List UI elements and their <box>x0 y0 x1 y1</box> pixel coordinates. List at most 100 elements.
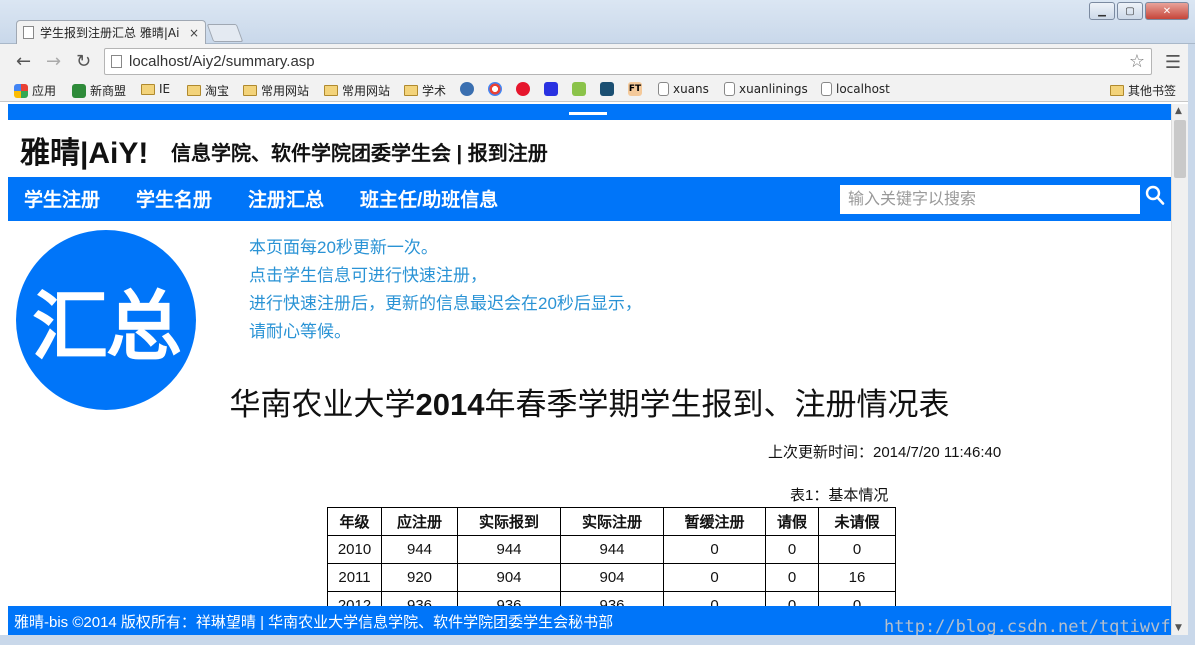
nav-teacher-info[interactable]: 班主任/助班信息 <box>360 185 498 212</box>
last-updated-time: 上次更新时间：2014/7/20 11:46:40 <box>768 444 1002 461</box>
column-header: 实际注册 <box>560 507 664 536</box>
bookmark-icon-2[interactable] <box>488 82 502 96</box>
back-icon[interactable]: ← <box>16 51 31 72</box>
bookmark-xinshangmeng[interactable]: 新商盟 <box>72 82 126 99</box>
window-controls: ▁ ▢ ✕ <box>1089 2 1189 20</box>
bookmark-localhost[interactable]: localhost <box>821 82 890 96</box>
main-nav: 学生注册 学生名册 注册汇总 班主任/助班信息 <box>8 177 1171 221</box>
bookmark-label: IE <box>159 82 171 96</box>
bookmark-icon-6[interactable] <box>600 82 614 96</box>
bookmark-label: 常用网站 <box>261 84 310 98</box>
page-icon <box>658 82 669 96</box>
title-year: 2014 <box>415 387 485 422</box>
table-cell: 16 <box>818 563 896 592</box>
bookmark-folder-common-2[interactable]: 常用网站 <box>324 82 390 99</box>
bookmark-label: 常用网站 <box>342 84 391 98</box>
bookmark-icon-5[interactable] <box>572 82 586 96</box>
bookmark-xuans[interactable]: xuans <box>658 82 709 96</box>
xinshangmeng-icon <box>72 83 86 98</box>
column-header: 请假 <box>765 507 819 536</box>
tab-close-icon[interactable]: × <box>189 26 199 40</box>
title-suffix: 年春季学期学生报到、注册情况表 <box>484 387 950 422</box>
search-input[interactable] <box>840 185 1140 214</box>
bookmark-folder-ie[interactable]: IE <box>141 82 170 96</box>
page-icon <box>724 82 735 96</box>
menu-icon[interactable]: ☰ <box>1165 52 1181 73</box>
page-title: 华南农业大学2014年春季学期学生报到、注册情况表 <box>8 379 1171 424</box>
table-cell: 904 <box>457 563 561 592</box>
table-cell: 0 <box>663 563 766 592</box>
bookmark-icon-ft[interactable]: FT <box>628 82 642 96</box>
bookmark-label: 学术 <box>422 84 447 98</box>
column-header: 年级 <box>327 507 382 536</box>
table-cell: 0 <box>765 535 819 564</box>
watermark: http://blog.csdn.net/tqtiwvfc <box>884 617 1171 635</box>
folder-icon <box>324 85 338 96</box>
bookmark-icon-3[interactable] <box>516 82 530 96</box>
table-caption: 表1：基本情况 <box>790 487 889 504</box>
reload-icon[interactable]: ↻ <box>76 51 91 72</box>
bookmark-icon-1[interactable] <box>460 82 474 96</box>
table-cell: 2011 <box>327 563 382 592</box>
bookmark-folder-academic[interactable]: 学术 <box>404 82 446 99</box>
page-scrollbar[interactable]: ▲ ▼ <box>1171 104 1188 635</box>
summary-table: 年级 应注册 实际报到 实际注册 暂缓注册 请假 未请假 2010 944 94… <box>327 507 896 620</box>
bookmark-label: 其他书签 <box>1128 84 1177 98</box>
bookmark-label: xuanlinings <box>739 82 808 96</box>
browser-logo-icon <box>488 82 502 96</box>
notice-line: 请耐心等候。 <box>249 322 351 341</box>
window-border <box>1188 44 1195 645</box>
table-cell: 944 <box>381 535 458 564</box>
minimize-button[interactable]: ▁ <box>1089 2 1115 20</box>
page-icon <box>23 26 34 39</box>
folder-icon <box>141 83 155 95</box>
scroll-down-icon[interactable]: ▼ <box>1175 623 1182 633</box>
nav-register-summary[interactable]: 注册汇总 <box>248 185 324 212</box>
bookmark-icon-4[interactable] <box>544 82 558 96</box>
folder-icon <box>187 85 201 96</box>
table-cell: 904 <box>560 563 664 592</box>
maximize-button[interactable]: ▢ <box>1117 2 1143 20</box>
nav-student-register[interactable]: 学生注册 <box>24 185 100 212</box>
bookmark-xuanlinings[interactable]: xuanlinings <box>724 82 808 96</box>
bookmark-label: 新商盟 <box>90 84 127 98</box>
table-cell: 944 <box>457 535 561 564</box>
column-header: 未请假 <box>818 507 896 536</box>
table-cell: 0 <box>765 563 819 592</box>
site-brand[interactable]: 雅晴|AiY! <box>20 128 148 172</box>
title-prefix: 华南农业大学 <box>229 387 416 422</box>
new-tab-button[interactable] <box>206 24 244 42</box>
site-subtitle: 信息学院、软件学院团委学生会 | 报到注册 <box>171 143 548 165</box>
folder-icon <box>1110 85 1124 96</box>
browser-tab[interactable]: 学生报到注册汇总 雅晴|Ai × <box>16 20 206 44</box>
bookmark-label: 淘宝 <box>205 84 230 98</box>
bookmark-label: localhost <box>836 82 890 96</box>
table-cell: 920 <box>381 563 458 592</box>
url-text: localhost/Aiy2/summary.asp <box>129 53 315 70</box>
notice-line: 点击学生信息可进行快速注册， <box>249 266 487 285</box>
table-header-row: 年级 应注册 实际报到 实际注册 暂缓注册 请假 未请假 <box>327 507 896 536</box>
bookmark-other[interactable]: 其他书签 <box>1110 82 1176 99</box>
scroll-up-icon[interactable]: ▲ <box>1175 106 1182 116</box>
bookmark-folder-taobao[interactable]: 淘宝 <box>187 82 229 99</box>
bookmarks-bar: 应用 新商盟 IE 淘宝 常用网站 常用网站 学术 FT xuans xuanl… <box>0 78 1195 102</box>
bookmark-label: xuans <box>673 82 709 96</box>
bookmark-apps[interactable]: 应用 <box>14 82 56 99</box>
window-border <box>0 635 1195 645</box>
folder-icon <box>404 85 418 96</box>
bookmark-star-icon[interactable]: ☆ <box>1129 51 1145 72</box>
window-titlebar: 学生报到注册汇总 雅晴|Ai × ▁ ▢ ✕ <box>0 0 1195 44</box>
apps-grid-icon <box>14 83 28 98</box>
bookmark-folder-common-1[interactable]: 常用网站 <box>243 82 309 99</box>
search-icon[interactable] <box>1145 185 1165 207</box>
scrollbar-thumb[interactable] <box>1174 120 1186 178</box>
ft-icon: FT <box>628 82 642 96</box>
top-strip <box>8 104 1171 120</box>
column-header: 实际报到 <box>457 507 561 536</box>
forward-icon[interactable]: → <box>46 51 61 72</box>
address-bar[interactable]: localhost/Aiy2/summary.asp ☆ <box>104 48 1152 75</box>
tab-title: 学生报到注册汇总 雅晴|Ai <box>40 26 180 40</box>
close-window-button[interactable]: ✕ <box>1145 2 1189 20</box>
table-row: 2010 944 944 944 0 0 0 <box>327 535 896 564</box>
nav-student-roster[interactable]: 学生名册 <box>136 185 212 212</box>
